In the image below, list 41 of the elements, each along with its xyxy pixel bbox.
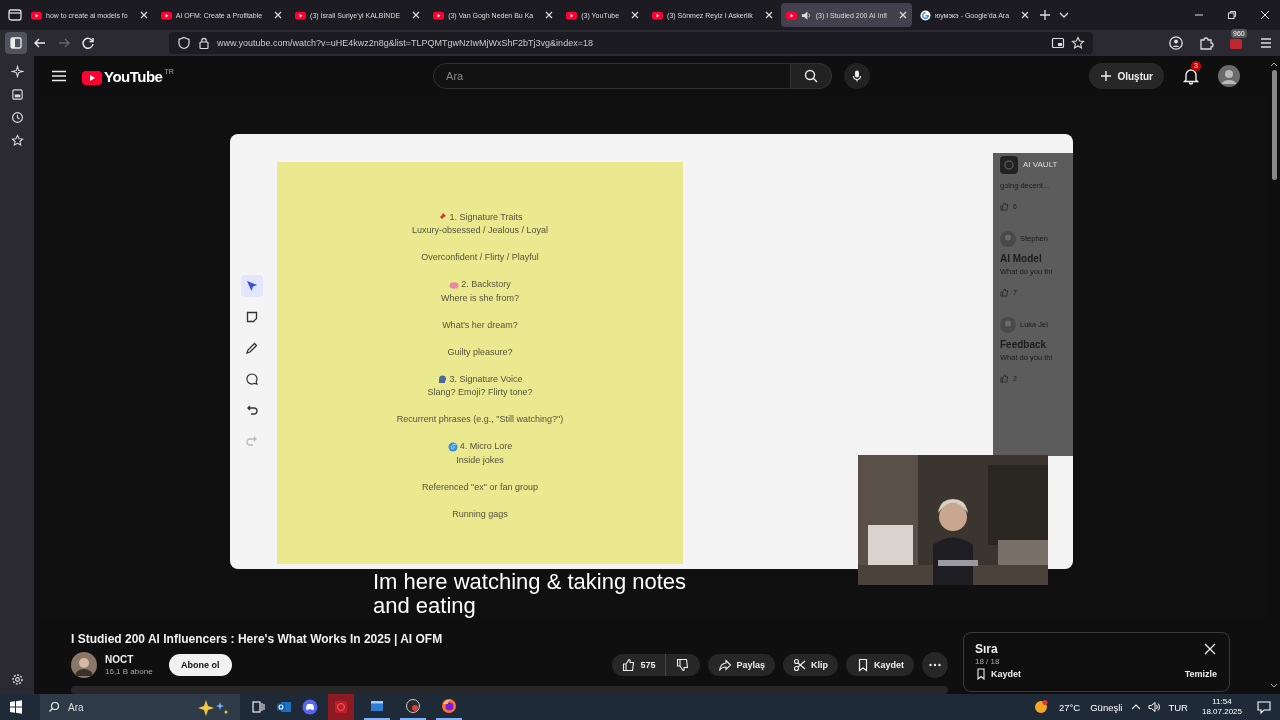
note-heading: 4. Micro Lore [459, 440, 513, 453]
note-line: Where is she from? [441, 291, 519, 305]
channel-name[interactable]: NOCT [105, 654, 161, 665]
weather-text[interactable]: Güneşli [1090, 701, 1123, 713]
subscriber-count: 16,1 B abone [105, 667, 154, 676]
save-button[interactable]: Kaydet [846, 654, 914, 676]
queue-title: Sıra [975, 642, 998, 656]
subtitle-line: Im here watching & taking notes [373, 570, 687, 594]
note-line: Overconfident / Flirty / Playful [421, 251, 539, 264]
clear-button[interactable]: Temizle [1184, 669, 1217, 679]
taskbar-search-field[interactable]: Ara [40, 694, 240, 720]
clock-date[interactable]: 18.07.2025 [1201, 707, 1242, 717]
note-heading: 2. Backstory [461, 278, 511, 291]
note-line: Luxury-obsessed / Jealous / Loyal [411, 224, 549, 237]
note-heading: 3. Signature Voice [449, 372, 523, 386]
clock-time[interactable]: 11:54 [1212, 697, 1232, 707]
clip-button[interactable]: Klip [783, 654, 838, 676]
address-bar[interactable]: www.youtube.com/watch?v=uHE4kwz2n8g&list=TLPQMTgwNzIwMjWxShF2bTj3vg&index=18 [169, 32, 1093, 54]
note-line: Guilty pleasure? [447, 345, 513, 359]
note-line: Running gags [452, 507, 508, 521]
share-button[interactable]: Paylaş [708, 654, 775, 676]
panel-title: AI VAULT [1023, 160, 1058, 169]
temperature[interactable]: 27°C [1058, 701, 1081, 713]
note-line: Referenced "ex" or fan group [422, 480, 538, 494]
queue-position: 18 / 18 [975, 657, 1001, 666]
video-title: I Studied 200 AI Influencers : Here's What Works In 2025 | AI OFM [71, 632, 444, 646]
note-line: What's her dream? [442, 318, 518, 332]
subscribe-button[interactable]: Abone ol [169, 654, 232, 676]
create-button[interactable]: Oluştur [1089, 63, 1164, 89]
search-field[interactable]: Ara [433, 63, 792, 89]
save-button[interactable]: Kaydet [975, 668, 1021, 680]
note-line: Inside jokes [456, 453, 504, 467]
like-button[interactable]: 575 [612, 654, 666, 676]
post-title: Feedback [1000, 338, 1048, 350]
language-indicator[interactable]: TUR [1168, 701, 1188, 713]
logo-text[interactable]: YouTube [104, 67, 163, 85]
note-line: Recurrent phrases (e.g., "Still watching?") [396, 413, 564, 426]
post-title: AI Model [1000, 252, 1043, 264]
subtitle-line: and eating [373, 594, 476, 618]
note-line: Slang? Emoji? Flirty tone? [427, 386, 533, 399]
note-heading: 1. Signature Traits [449, 210, 523, 224]
